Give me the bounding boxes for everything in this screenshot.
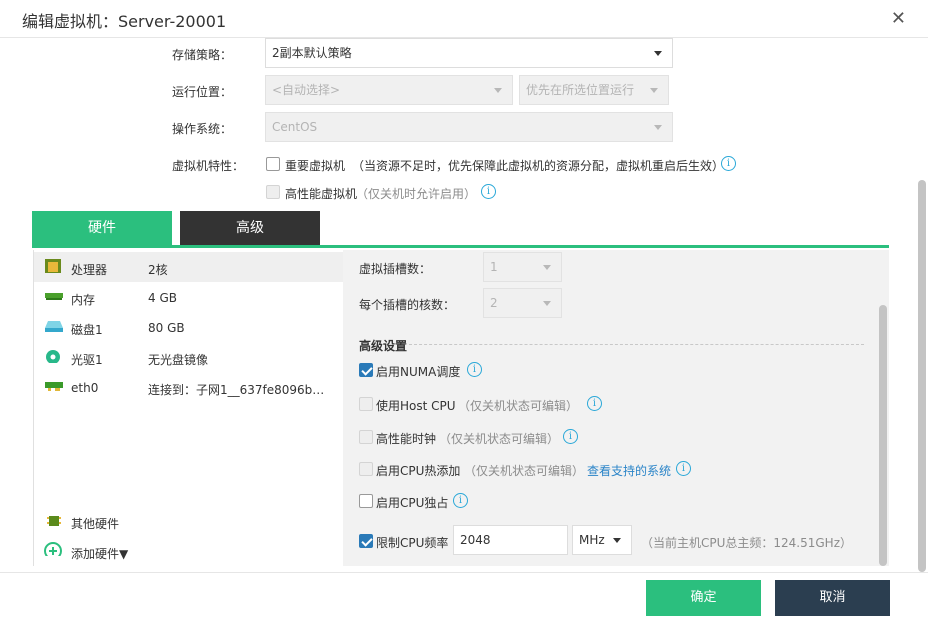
advanced-settings-title: 高级设置: [359, 339, 408, 353]
chip-icon: [47, 516, 61, 526]
cpu-frequency-input[interactable]: 2048: [453, 525, 568, 555]
exclusive-cpu-label: 启用CPU独占: [376, 496, 449, 510]
cpu-icon: [45, 259, 61, 273]
hotplug-checkbox[interactable]: [359, 462, 373, 476]
storage-select-value: 2副本默认策略: [272, 46, 352, 60]
hardware-item-memory[interactable]: 内存 4 GB: [34, 282, 344, 312]
other-hardware-item[interactable]: 其他硬件: [34, 506, 344, 536]
numa-label: 启用NUMA调度: [376, 365, 461, 379]
os-select[interactable]: CentOS: [265, 112, 673, 142]
hardware-item-disk[interactable]: 磁盘1 80 GB: [34, 312, 344, 342]
hp-vm-label: 高性能虚拟机: [285, 187, 358, 201]
cpu-frequency-note: （当前主机CPU总主频：124.51GHz）: [641, 536, 853, 550]
section-divider: [409, 344, 864, 345]
hardware-item-name: 磁盘1: [71, 323, 103, 337]
important-vm-label: 重要虚拟机: [285, 159, 346, 173]
numa-checkbox[interactable]: [359, 363, 373, 377]
dialog-title-bar: 编辑虚拟机：Server-20001 ✕: [0, 0, 928, 38]
hotplug-label: 启用CPU热添加: [376, 464, 461, 478]
hp-vm-note: （仅关机时允许启用）: [356, 187, 477, 201]
hardware-item-value: 连接到：子网1__637fe8096b…: [148, 383, 325, 397]
storage-select[interactable]: 2副本默认策略: [265, 38, 673, 68]
important-vm-checkbox[interactable]: [266, 157, 280, 171]
hardware-item-value: 2核: [148, 263, 168, 277]
feature-label: 虚拟机特性：: [172, 159, 245, 173]
tab-underline: [32, 245, 889, 248]
sockets-select[interactable]: 1: [483, 252, 562, 282]
host-cpu-checkbox[interactable]: [359, 397, 373, 411]
hp-clock-label: 高性能时钟: [376, 432, 437, 446]
hardware-item-value: 80 GB: [148, 321, 185, 335]
cores-value: 2: [490, 296, 498, 310]
exclusive-cpu-checkbox[interactable]: [359, 494, 373, 508]
chevron-down-icon: [543, 265, 551, 270]
nic-icon: [45, 382, 63, 391]
inner-scrollbar[interactable]: [879, 305, 887, 566]
sockets-value: 1: [490, 260, 498, 274]
cancel-button[interactable]: 取消: [775, 580, 890, 616]
host-cpu-note: （仅关机状态可编辑）: [458, 399, 579, 413]
supported-systems-link[interactable]: 查看支持的系统: [587, 462, 671, 479]
hotplug-note: （仅关机状态可编辑）: [464, 464, 585, 478]
chevron-down-icon: [654, 51, 662, 56]
chevron-down-icon: [494, 88, 502, 93]
hardware-item-cpu[interactable]: 处理器 2核: [34, 252, 344, 282]
edit-vm-dialog: 编辑虚拟机：Server-20001 ✕ 存储策略： 2副本默认策略 运行位置：…: [0, 0, 928, 622]
hardware-item-value: 4 GB: [148, 291, 177, 305]
limit-cpu-checkbox[interactable]: [359, 534, 373, 548]
hardware-list: 处理器 2核 内存 4 GB 磁盘1 80 GB 光驱1 无光盘镜像 eth0 …: [33, 250, 344, 566]
frequency-unit-value: MHz: [579, 533, 605, 547]
add-hardware-button[interactable]: 添加硬件▼: [34, 536, 344, 566]
frequency-unit-select[interactable]: MHz: [572, 525, 632, 555]
hardware-item-cdrom[interactable]: 光驱1 无光盘镜像: [34, 342, 344, 372]
cores-label: 每个插槽的核数：: [359, 298, 456, 312]
hardware-item-eth0[interactable]: eth0 连接到：子网1__637fe8096b…: [34, 372, 344, 402]
storage-label: 存储策略：: [172, 48, 233, 62]
location-mode-select[interactable]: 优先在所选位置运行: [519, 75, 669, 105]
hardware-item-name: 内存: [71, 293, 96, 307]
info-icon[interactable]: i: [563, 429, 578, 444]
add-icon: [44, 542, 62, 556]
info-icon[interactable]: i: [587, 396, 602, 411]
limit-cpu-label: 限制CPU频率: [376, 536, 449, 550]
os-select-value: CentOS: [272, 120, 318, 134]
important-vm-note: （当资源不足时，优先保障此虚拟机的资源分配，虚拟机重启后生效）: [352, 159, 725, 173]
info-icon[interactable]: i: [453, 493, 468, 508]
hp-clock-checkbox[interactable]: [359, 430, 373, 444]
os-label: 操作系统：: [172, 122, 233, 136]
tab-hardware[interactable]: 硬件: [32, 211, 172, 245]
other-hardware-label: 其他硬件: [71, 517, 120, 531]
dialog-scrollbar[interactable]: [918, 180, 926, 572]
ok-button[interactable]: 确定: [646, 580, 761, 616]
location-select-value: <自动选择>: [272, 83, 341, 97]
hardware-item-name: 光驱1: [71, 353, 103, 367]
hardware-item-value: 无光盘镜像: [148, 353, 209, 367]
chevron-down-icon: [654, 125, 662, 130]
close-icon[interactable]: ✕: [891, 8, 906, 29]
info-icon[interactable]: i: [481, 184, 496, 199]
hp-vm-checkbox[interactable]: [266, 185, 280, 199]
hardware-item-name: eth0: [71, 381, 99, 395]
location-label: 运行位置：: [172, 85, 233, 99]
host-cpu-label: 使用Host CPU: [376, 399, 456, 413]
chevron-down-icon: [543, 301, 551, 306]
hardware-item-name: 处理器: [71, 263, 108, 277]
location-mode-value: 优先在所选位置运行: [526, 83, 635, 97]
memory-icon: [45, 293, 63, 300]
add-hardware-label: 添加硬件▼: [71, 547, 129, 561]
cores-select[interactable]: 2: [483, 288, 562, 318]
tab-advanced[interactable]: 高级: [180, 211, 320, 245]
sockets-label: 虚拟插槽数：: [359, 262, 432, 276]
hp-clock-note: （仅关机状态可编辑）: [439, 432, 560, 446]
info-icon[interactable]: i: [676, 461, 691, 476]
location-select[interactable]: <自动选择>: [265, 75, 513, 105]
info-icon[interactable]: i: [721, 156, 736, 171]
disk-icon: [45, 321, 63, 332]
cpu-frequency-value: 2048: [460, 533, 491, 547]
chevron-down-icon: [650, 88, 658, 93]
chevron-down-icon: [613, 538, 621, 543]
dialog-title: 编辑虚拟机：Server-20001: [22, 12, 227, 31]
info-icon[interactable]: i: [467, 362, 482, 377]
cdrom-icon: [46, 350, 60, 363]
